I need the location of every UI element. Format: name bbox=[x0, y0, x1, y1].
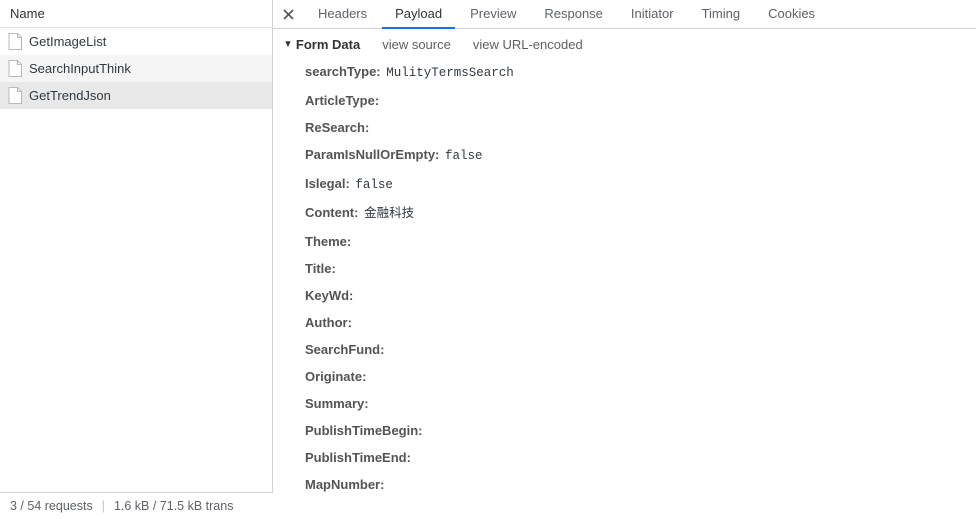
status-transfer: 1.6 kB / 71.5 kB trans bbox=[114, 499, 234, 513]
form-data-row: MapNumber: bbox=[281, 471, 976, 492]
form-key: ParamIsNullOrEmpty: bbox=[305, 147, 439, 162]
status-requests: 3 / 54 requests bbox=[10, 499, 93, 513]
form-key: ReSearch: bbox=[305, 120, 369, 135]
form-data-row: Summary: bbox=[281, 390, 976, 417]
form-key: MapNumber: bbox=[305, 477, 384, 492]
form-data-row: Author: bbox=[281, 309, 976, 336]
view-source-link[interactable]: view source bbox=[382, 37, 451, 52]
form-data-row: Islegal: false bbox=[281, 170, 976, 199]
status-separator: | bbox=[102, 499, 105, 513]
form-data-row: PublishTimeBegin: bbox=[281, 417, 976, 444]
tab-preview[interactable]: Preview bbox=[457, 0, 529, 29]
form-data-row: Originate: bbox=[281, 363, 976, 390]
form-data-row: SearchFund: bbox=[281, 336, 976, 363]
payload-content: ▼ Form Data view source view URL-encoded… bbox=[273, 29, 976, 492]
form-key: PublishTimeEnd: bbox=[305, 450, 411, 465]
form-data-row: Title: bbox=[281, 255, 976, 282]
form-data-row: PublishTimeEnd: bbox=[281, 444, 976, 471]
form-key: Author: bbox=[305, 315, 352, 330]
network-request-list: Name GetImageList SearchInputThink GetTren… bbox=[0, 0, 273, 492]
form-key: Islegal: bbox=[305, 176, 350, 191]
form-key: searchType: bbox=[305, 64, 381, 79]
close-icon[interactable] bbox=[279, 5, 297, 23]
tab-response[interactable]: Response bbox=[531, 0, 616, 29]
form-key: KeyWd: bbox=[305, 288, 353, 303]
request-name: GetImageList bbox=[29, 34, 106, 49]
collapse-triangle-icon[interactable]: ▼ bbox=[283, 39, 292, 50]
file-icon bbox=[8, 33, 22, 50]
form-key: Theme: bbox=[305, 234, 351, 249]
tab-headers[interactable]: Headers bbox=[305, 0, 380, 29]
request-details-panel: Headers Payload Preview Response Initiat… bbox=[273, 0, 976, 492]
form-key: ArticleType: bbox=[305, 93, 379, 108]
form-key: SearchFund: bbox=[305, 342, 384, 357]
form-data-section-header[interactable]: ▼ Form Data view source view URL-encoded bbox=[281, 37, 976, 52]
detail-tabs: Headers Payload Preview Response Initiat… bbox=[273, 0, 976, 29]
form-key: Originate: bbox=[305, 369, 366, 384]
name-column-header[interactable]: Name bbox=[0, 0, 272, 28]
form-value: 金融科技 bbox=[364, 207, 414, 221]
request-row[interactable]: SearchInputThink bbox=[0, 55, 272, 82]
request-name: GetTrendJson bbox=[29, 88, 111, 103]
status-bar: 3 / 54 requests | 1.6 kB / 71.5 kB trans bbox=[0, 492, 273, 519]
request-name: SearchInputThink bbox=[29, 61, 131, 76]
tab-payload[interactable]: Payload bbox=[382, 0, 455, 29]
form-key: PublishTimeBegin: bbox=[305, 423, 423, 438]
file-icon bbox=[8, 60, 22, 77]
file-icon bbox=[8, 87, 22, 104]
form-data-row: KeyWd: bbox=[281, 282, 976, 309]
request-row[interactable]: GetTrendJson bbox=[0, 82, 272, 109]
form-data-row: Theme: bbox=[281, 228, 976, 255]
form-data-row: ArticleType: bbox=[281, 87, 976, 114]
view-url-encoded-link[interactable]: view URL-encoded bbox=[473, 37, 583, 52]
form-value: false bbox=[355, 178, 393, 192]
form-data-row: Content: 金融科技 bbox=[281, 199, 976, 228]
form-key: Summary: bbox=[305, 396, 369, 411]
form-value: MulityTermsSearch bbox=[386, 66, 514, 80]
tab-initiator[interactable]: Initiator bbox=[618, 0, 687, 29]
form-data-row: ReSearch: bbox=[281, 114, 976, 141]
section-title: Form Data bbox=[296, 37, 360, 52]
tab-cookies[interactable]: Cookies bbox=[755, 0, 828, 29]
request-row[interactable]: GetImageList bbox=[0, 28, 272, 55]
form-data-row: searchType: MulityTermsSearch bbox=[281, 58, 976, 87]
request-list: GetImageList SearchInputThink GetTrendJson bbox=[0, 28, 272, 492]
form-key: Content: bbox=[305, 205, 358, 220]
tab-timing[interactable]: Timing bbox=[689, 0, 754, 29]
form-key: Title: bbox=[305, 261, 336, 276]
form-data-row: ParamIsNullOrEmpty: false bbox=[281, 141, 976, 170]
form-value: false bbox=[445, 149, 483, 163]
